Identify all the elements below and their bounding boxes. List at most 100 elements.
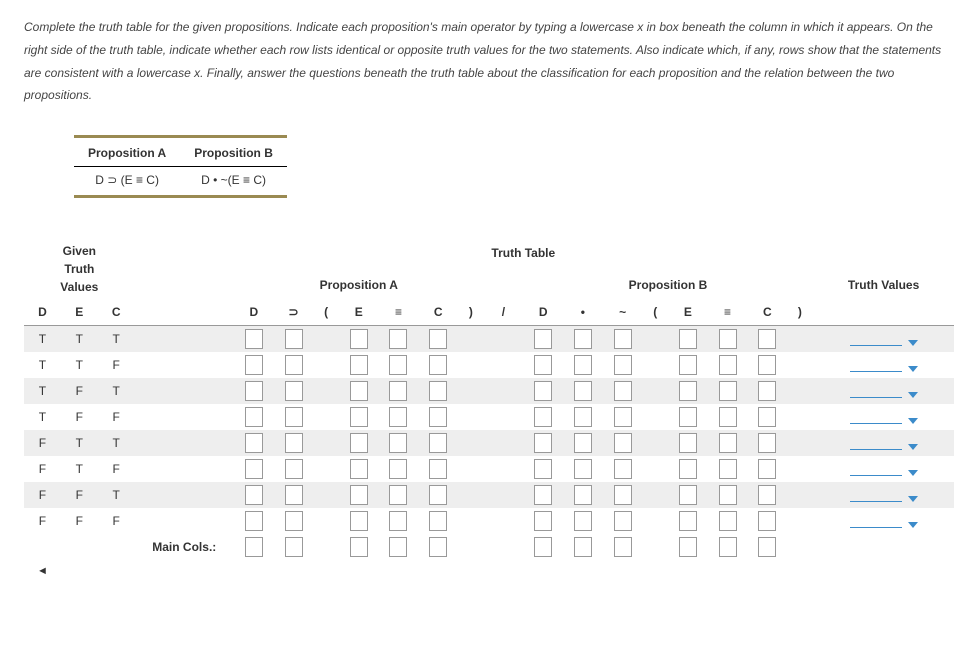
truth-value-input[interactable] (245, 407, 263, 427)
truth-value-input[interactable] (389, 355, 407, 375)
truth-value-input[interactable] (429, 355, 447, 375)
truth-value-input[interactable] (719, 329, 737, 349)
truth-value-input[interactable] (389, 511, 407, 531)
truth-value-input[interactable] (285, 459, 303, 479)
truth-value-input[interactable] (285, 329, 303, 349)
truth-value-input[interactable] (245, 511, 263, 531)
truth-value-input[interactable] (679, 459, 697, 479)
truth-value-input[interactable] (389, 485, 407, 505)
truth-value-input[interactable] (574, 459, 592, 479)
truth-value-input[interactable] (614, 459, 632, 479)
truth-value-input[interactable] (245, 459, 263, 479)
truth-value-input[interactable] (574, 407, 592, 427)
truth-table-scroll[interactable]: Given Truth Values Truth Table Row Showi… (24, 238, 954, 582)
truth-values-select[interactable] (817, 489, 951, 502)
truth-value-input[interactable] (350, 407, 368, 427)
truth-value-input[interactable] (679, 407, 697, 427)
truth-value-input[interactable] (534, 407, 552, 427)
scroll-left-icon[interactable]: ◄ (24, 560, 61, 582)
truth-value-input[interactable] (614, 511, 632, 531)
truth-value-input[interactable] (245, 329, 263, 349)
truth-values-select[interactable] (817, 333, 951, 346)
truth-value-input[interactable] (429, 485, 447, 505)
truth-value-input[interactable] (350, 329, 368, 349)
truth-value-input[interactable] (719, 381, 737, 401)
truth-value-input[interactable] (574, 355, 592, 375)
maincol-propB-dot[interactable] (574, 537, 592, 557)
maincol-propB-C[interactable] (758, 537, 776, 557)
truth-value-input[interactable] (679, 329, 697, 349)
truth-value-input[interactable] (285, 355, 303, 375)
truth-value-input[interactable] (285, 407, 303, 427)
truth-value-input[interactable] (245, 485, 263, 505)
maincol-propB-neg[interactable] (614, 537, 632, 557)
truth-values-select[interactable] (817, 515, 951, 528)
truth-value-input[interactable] (614, 329, 632, 349)
truth-value-input[interactable] (389, 381, 407, 401)
truth-value-input[interactable] (534, 459, 552, 479)
truth-value-input[interactable] (758, 511, 776, 531)
truth-value-input[interactable] (350, 381, 368, 401)
truth-values-select[interactable] (817, 385, 951, 398)
truth-value-input[interactable] (574, 381, 592, 401)
maincol-propA-D[interactable] (245, 537, 263, 557)
truth-value-input[interactable] (614, 355, 632, 375)
truth-value-input[interactable] (350, 485, 368, 505)
truth-value-input[interactable] (285, 511, 303, 531)
truth-value-input[interactable] (758, 329, 776, 349)
truth-value-input[interactable] (614, 485, 632, 505)
truth-value-input[interactable] (679, 433, 697, 453)
truth-value-input[interactable] (719, 355, 737, 375)
truth-value-input[interactable] (389, 459, 407, 479)
truth-value-input[interactable] (574, 511, 592, 531)
truth-value-input[interactable] (679, 485, 697, 505)
truth-value-input[interactable] (758, 355, 776, 375)
truth-value-input[interactable] (719, 407, 737, 427)
maincol-propA-E[interactable] (350, 537, 368, 557)
truth-values-select[interactable] (817, 437, 951, 450)
truth-value-input[interactable] (679, 511, 697, 531)
truth-values-select[interactable] (817, 411, 951, 424)
truth-value-input[interactable] (350, 433, 368, 453)
truth-value-input[interactable] (429, 381, 447, 401)
truth-value-input[interactable] (614, 381, 632, 401)
maincol-propB-E[interactable] (679, 537, 697, 557)
truth-value-input[interactable] (429, 407, 447, 427)
truth-value-input[interactable] (285, 381, 303, 401)
truth-value-input[interactable] (719, 433, 737, 453)
maincol-propA-C[interactable] (429, 537, 447, 557)
maincol-propA-equiv[interactable] (389, 537, 407, 557)
truth-value-input[interactable] (679, 381, 697, 401)
truth-value-input[interactable] (245, 381, 263, 401)
truth-value-input[interactable] (574, 433, 592, 453)
truth-value-input[interactable] (429, 459, 447, 479)
truth-value-input[interactable] (758, 459, 776, 479)
truth-value-input[interactable] (429, 329, 447, 349)
truth-value-input[interactable] (534, 485, 552, 505)
truth-value-input[interactable] (350, 355, 368, 375)
truth-value-input[interactable] (534, 381, 552, 401)
truth-value-input[interactable] (429, 511, 447, 531)
truth-value-input[interactable] (350, 459, 368, 479)
truth-value-input[interactable] (534, 329, 552, 349)
truth-value-input[interactable] (245, 433, 263, 453)
truth-value-input[interactable] (574, 485, 592, 505)
maincol-propB-equiv[interactable] (719, 537, 737, 557)
truth-value-input[interactable] (758, 485, 776, 505)
truth-value-input[interactable] (534, 511, 552, 531)
truth-value-input[interactable] (574, 329, 592, 349)
maincol-propA-horseshoe[interactable] (285, 537, 303, 557)
truth-value-input[interactable] (285, 485, 303, 505)
truth-value-input[interactable] (429, 433, 447, 453)
maincol-propB-D[interactable] (534, 537, 552, 557)
truth-value-input[interactable] (534, 433, 552, 453)
truth-value-input[interactable] (679, 355, 697, 375)
truth-value-input[interactable] (614, 407, 632, 427)
truth-value-input[interactable] (389, 329, 407, 349)
truth-value-input[interactable] (389, 407, 407, 427)
truth-values-select[interactable] (817, 359, 951, 372)
truth-value-input[interactable] (719, 511, 737, 531)
truth-value-input[interactable] (245, 355, 263, 375)
truth-values-select[interactable] (817, 463, 951, 476)
truth-value-input[interactable] (389, 433, 407, 453)
